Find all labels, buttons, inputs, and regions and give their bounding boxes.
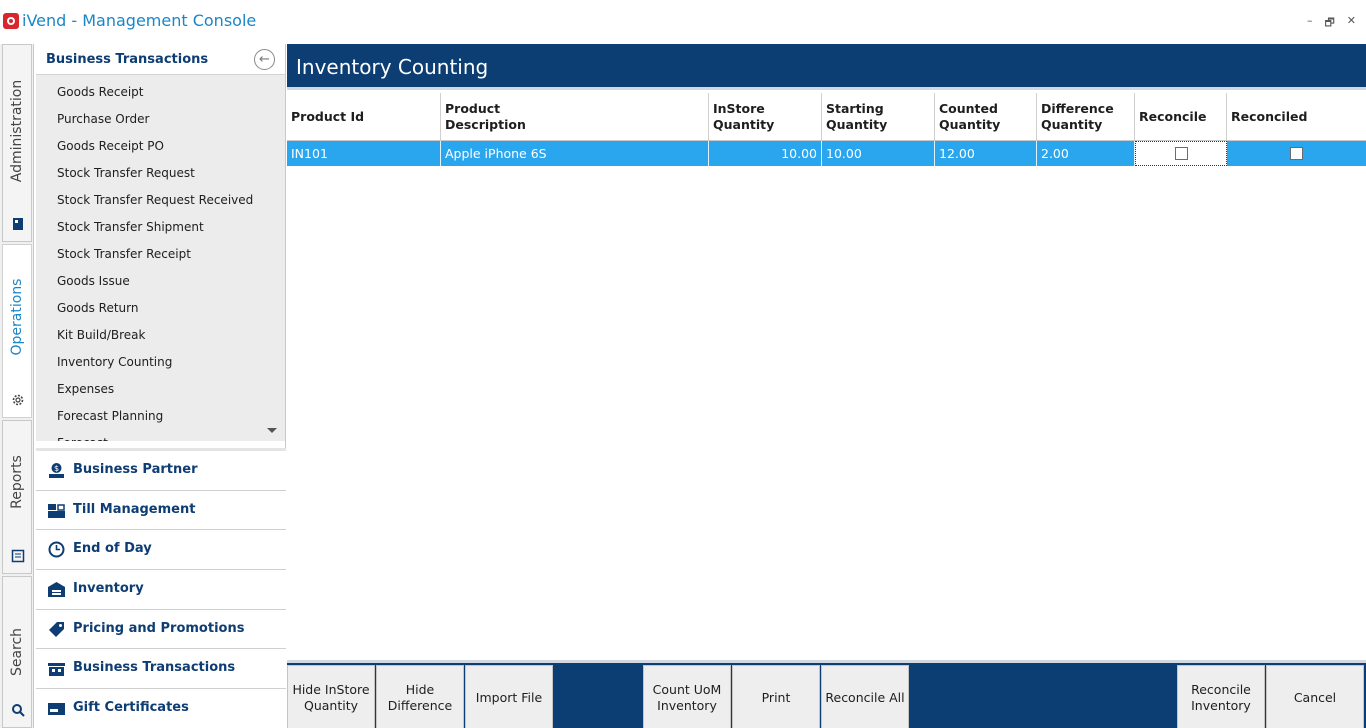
gear-icon xyxy=(12,394,24,406)
report-icon xyxy=(11,549,25,563)
nav-item-goods-receipt-po[interactable]: Goods Receipt PO xyxy=(36,133,285,160)
navigation-panel: Business Transactions ← Goods Receipt Pu… xyxy=(36,44,286,728)
section-label: Inventory xyxy=(73,581,144,597)
hide-instore-quantity-button[interactable]: Hide InStore Quantity xyxy=(287,665,375,728)
tab-reports[interactable]: Reports xyxy=(2,420,32,574)
cell-product-id[interactable]: IN101 xyxy=(287,141,441,166)
cell-counted-quantity[interactable]: 12.00 xyxy=(935,141,1037,166)
svg-text:$: $ xyxy=(54,464,59,473)
cell-product-description[interactable]: Apple iPhone 6S xyxy=(441,141,709,166)
section-pricing-and-promotions[interactable]: Pricing and Promotions xyxy=(36,609,286,650)
column-header-starting-quantity[interactable]: Starting Quantity xyxy=(822,93,935,140)
nav-item-goods-return[interactable]: Goods Return xyxy=(36,295,285,322)
reconcile-all-button[interactable]: Reconcile All xyxy=(821,665,909,728)
section-end-of-day[interactable]: End of Day xyxy=(36,530,286,571)
print-button[interactable]: Print xyxy=(732,665,820,728)
tab-administration[interactable]: Administration xyxy=(2,44,32,242)
tag-icon xyxy=(49,621,64,637)
nav-section-list: $ Business Partner Till Management End o… xyxy=(36,448,286,728)
tab-administration-label: Administration xyxy=(9,80,25,183)
search-icon xyxy=(12,704,25,717)
collapse-back-button[interactable]: ← xyxy=(254,49,275,70)
cell-starting-quantity[interactable]: 10.00 xyxy=(822,141,935,166)
tab-search-label: Search xyxy=(9,627,25,677)
main-content: Inventory Counting Product Id Product De… xyxy=(287,44,1366,728)
page-title: Inventory Counting xyxy=(287,44,1366,90)
reconcile-checkbox[interactable] xyxy=(1174,147,1188,160)
section-business-partner[interactable]: $ Business Partner xyxy=(36,451,286,491)
section-label: Till Management xyxy=(73,501,196,517)
section-label: End of Day xyxy=(73,541,152,557)
nav-item-kit-build-break[interactable]: Kit Build/Break xyxy=(36,322,285,349)
column-header-reconcile[interactable]: Reconcile xyxy=(1135,93,1227,140)
nav-item-goods-receipt[interactable]: Goods Receipt xyxy=(36,79,285,106)
vertical-tab-strip: Administration Operations Reports Search xyxy=(0,44,34,728)
partner-icon: $ xyxy=(49,463,64,478)
id-card-icon xyxy=(13,218,23,230)
column-header-reconciled[interactable]: Reconciled xyxy=(1227,93,1366,140)
nav-item-purchase-order[interactable]: Purchase Order xyxy=(36,106,285,133)
warehouse-icon xyxy=(48,582,65,598)
column-header-counted-quantity[interactable]: Counted Quantity xyxy=(935,93,1037,140)
grid-header-row: Product Id Product Description InStore Q… xyxy=(287,93,1366,141)
nav-item-stock-transfer-receipt[interactable]: Stock Transfer Receipt xyxy=(36,241,285,268)
reconciled-checkbox[interactable] xyxy=(1290,147,1303,160)
cell-reconcile[interactable] xyxy=(1135,141,1227,166)
section-label: Pricing and Promotions xyxy=(73,620,245,636)
nav-item-forecast[interactable]: Forecast xyxy=(36,430,285,441)
clock-icon xyxy=(48,541,65,558)
section-till-management[interactable]: Till Management xyxy=(36,490,286,531)
inventory-counting-grid: Product Id Product Description InStore Q… xyxy=(287,93,1366,166)
section-label: Gift Certificates xyxy=(73,700,189,716)
bottom-toolbar: Hide InStore Quantity Hide Difference Im… xyxy=(287,660,1366,728)
cell-difference-quantity[interactable]: 2.00 xyxy=(1037,141,1135,166)
tab-operations-label: Operations xyxy=(9,278,25,356)
section-gift-certificates[interactable]: Gift Certificates xyxy=(36,689,286,728)
window-controls: – 🗗 ✕ xyxy=(1307,14,1356,33)
title-bar: iVend - Management Console – 🗗 ✕ xyxy=(0,0,1366,44)
tab-operations[interactable]: Operations xyxy=(2,244,32,418)
nav-header: Business Transactions ← xyxy=(36,44,285,75)
tab-search[interactable]: Search xyxy=(2,576,32,728)
hide-difference-button[interactable]: Hide Difference xyxy=(376,665,464,728)
nav-item-forecast-planning[interactable]: Forecast Planning xyxy=(36,403,285,430)
gift-card-icon xyxy=(48,703,65,716)
tab-reports-label: Reports xyxy=(9,454,25,509)
store-icon xyxy=(48,663,65,677)
window-title: iVend - Management Console xyxy=(22,11,257,30)
import-file-button[interactable]: Import File xyxy=(465,665,553,728)
cell-instore-quantity[interactable]: 10.00 xyxy=(709,141,822,166)
column-header-difference-quantity[interactable]: Difference Quantity xyxy=(1037,93,1135,140)
scroll-down-arrow-icon[interactable] xyxy=(267,428,277,433)
app-logo-icon xyxy=(3,13,19,29)
table-row[interactable]: IN101 Apple iPhone 6S 10.00 10.00 12.00 … xyxy=(287,141,1366,166)
close-button[interactable]: ✕ xyxy=(1347,14,1356,33)
nav-item-inventory-counting[interactable]: Inventory Counting xyxy=(36,349,285,376)
cell-reconciled[interactable] xyxy=(1227,141,1366,166)
section-inventory[interactable]: Inventory xyxy=(36,570,286,610)
restore-button[interactable]: 🗗 xyxy=(1324,14,1334,33)
column-header-product-description[interactable]: Product Description xyxy=(441,93,709,140)
nav-item-stock-transfer-request[interactable]: Stock Transfer Request xyxy=(36,160,285,187)
nav-item-stock-transfer-request-received[interactable]: Stock Transfer Request Received xyxy=(36,187,285,214)
reconcile-inventory-button[interactable]: Reconcile Inventory xyxy=(1177,665,1265,728)
nav-subitem-list: Goods Receipt Purchase Order Goods Recei… xyxy=(36,75,285,441)
cancel-button[interactable]: Cancel xyxy=(1266,665,1364,728)
section-business-transactions[interactable]: Business Transactions xyxy=(36,649,286,690)
column-header-product-id[interactable]: Product Id xyxy=(287,93,441,140)
register-icon xyxy=(48,503,65,518)
nav-item-stock-transfer-shipment[interactable]: Stock Transfer Shipment xyxy=(36,214,285,241)
column-header-instore-quantity[interactable]: InStore Quantity xyxy=(709,93,822,140)
section-label: Business Partner xyxy=(73,462,198,477)
minimize-button[interactable]: – xyxy=(1307,14,1313,33)
section-label: Business Transactions xyxy=(73,660,236,676)
count-uom-inventory-button[interactable]: Count UoM Inventory xyxy=(643,665,731,728)
nav-header-title: Business Transactions xyxy=(46,52,209,67)
nav-item-expenses[interactable]: Expenses xyxy=(36,376,285,403)
nav-item-goods-issue[interactable]: Goods Issue xyxy=(36,268,285,295)
